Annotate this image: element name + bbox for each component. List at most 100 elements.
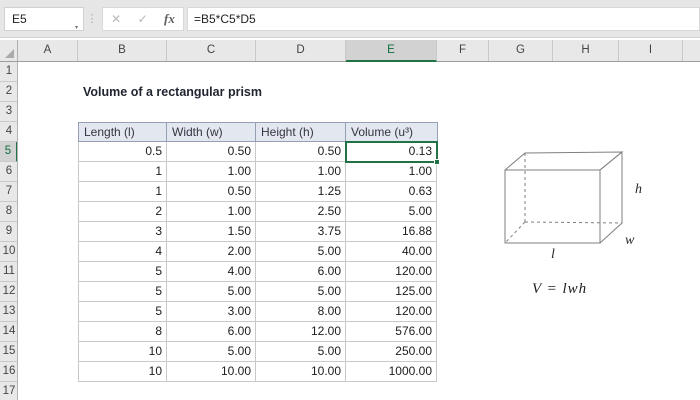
cell[interactable]: 16.88 xyxy=(346,222,437,242)
cell[interactable]: 4 xyxy=(78,242,167,262)
cell[interactable]: 6.00 xyxy=(167,322,256,342)
cell[interactable]: 120.00 xyxy=(346,302,437,322)
formula-input[interactable]: =B5*C5*D5 xyxy=(187,7,700,31)
row-header-8[interactable]: 8 xyxy=(0,202,17,222)
column-header-D[interactable]: D xyxy=(256,40,346,61)
table-header-cell[interactable]: Width (w) xyxy=(167,123,256,141)
cell[interactable]: 10 xyxy=(78,362,167,382)
cell[interactable]: 5.00 xyxy=(256,342,346,362)
name-box[interactable]: E5 ▾ xyxy=(4,7,84,31)
enter-icon[interactable]: ✓ xyxy=(138,12,148,26)
table-row: 8 6.00 12.00 576.00 xyxy=(78,322,438,342)
cell[interactable]: 5.00 xyxy=(167,342,256,362)
cell[interactable]: 1000.00 xyxy=(346,362,437,382)
row-header-9[interactable]: 9 xyxy=(0,222,17,242)
volume-formula-text[interactable]: V = lwh xyxy=(532,281,587,298)
table-header-cell[interactable]: Height (h) xyxy=(256,123,346,141)
row-header-13[interactable]: 13 xyxy=(0,302,17,322)
cell[interactable]: 1.00 xyxy=(167,202,256,222)
cell[interactable]: 5 xyxy=(78,282,167,302)
cell[interactable]: 10.00 xyxy=(167,362,256,382)
name-box-dropdown-icon[interactable]: ▾ xyxy=(75,17,78,39)
cell[interactable]: 0.5 xyxy=(78,142,167,162)
cell[interactable]: 120.00 xyxy=(346,262,437,282)
table-header-cell[interactable]: Length (l) xyxy=(79,123,167,141)
cell[interactable]: 3 xyxy=(78,222,167,242)
cell[interactable]: 12.00 xyxy=(256,322,346,342)
row-header-15[interactable]: 15 xyxy=(0,342,17,362)
column-header-I[interactable]: I xyxy=(619,40,683,61)
table-row: 1 1.00 1.00 1.00 xyxy=(78,162,438,182)
active-cell-selection[interactable] xyxy=(345,141,440,165)
cell[interactable]: 5.00 xyxy=(346,202,437,222)
cell[interactable]: 5.00 xyxy=(256,242,346,262)
sheet-title[interactable]: Volume of a rectangular prism xyxy=(83,85,262,99)
row-header-17[interactable]: 17 xyxy=(0,382,17,400)
table-row: 1 0.50 1.25 0.63 xyxy=(78,182,438,202)
cell[interactable]: 1 xyxy=(78,162,167,182)
cell[interactable]: 6.00 xyxy=(256,262,346,282)
cell[interactable]: 125.00 xyxy=(346,282,437,302)
cell[interactable]: 576.00 xyxy=(346,322,437,342)
name-box-value: E5 xyxy=(12,12,27,26)
cell[interactable]: 40.00 xyxy=(346,242,437,262)
row-header-12[interactable]: 12 xyxy=(0,282,17,302)
cell[interactable]: 10.00 xyxy=(256,362,346,382)
prism-height-label: h xyxy=(635,182,642,197)
insert-function-icon[interactable]: fx xyxy=(164,11,175,27)
row-header-4[interactable]: 4 xyxy=(0,122,17,142)
row-header-2[interactable]: 2 xyxy=(0,82,17,102)
cell[interactable]: 5.00 xyxy=(256,282,346,302)
cell[interactable]: 0.50 xyxy=(167,142,256,162)
cell[interactable]: 1.25 xyxy=(256,182,346,202)
cell[interactable]: 250.00 xyxy=(346,342,437,362)
cell[interactable]: 2 xyxy=(78,202,167,222)
excel-window: E5 ▾ ⋮ ✕ ✓ fx =B5*C5*D5 ABCDEFGHI 123456… xyxy=(0,0,700,400)
table-row: 2 1.00 2.50 5.00 xyxy=(78,202,438,222)
cell[interactable]: 10 xyxy=(78,342,167,362)
cell[interactable]: 1.00 xyxy=(167,162,256,182)
row-header-5[interactable]: 5 xyxy=(0,142,17,162)
column-header-C[interactable]: C xyxy=(167,40,256,61)
cell[interactable]: 2.00 xyxy=(167,242,256,262)
table-body: 0.5 0.50 0.50 0.13 1 1.00 1.00 1.00 1 0.50 1.25 0.6… xyxy=(78,142,438,382)
cell[interactable]: 4.00 xyxy=(167,262,256,282)
prism-diagram[interactable]: h w l xyxy=(495,143,665,265)
cell[interactable]: 1.00 xyxy=(346,162,437,182)
row-header-7[interactable]: 7 xyxy=(0,182,17,202)
cell[interactable]: 3.75 xyxy=(256,222,346,242)
row-header-3[interactable]: 3 xyxy=(0,102,17,122)
table-row: 3 1.50 3.75 16.88 xyxy=(78,222,438,242)
cell[interactable]: 1.00 xyxy=(256,162,346,182)
select-all-corner[interactable] xyxy=(0,40,18,61)
cell[interactable]: 0.50 xyxy=(256,142,346,162)
row-header-10[interactable]: 10 xyxy=(0,242,17,262)
row-header-16[interactable]: 16 xyxy=(0,362,17,382)
cell[interactable]: 2.50 xyxy=(256,202,346,222)
cell[interactable]: 3.00 xyxy=(167,302,256,322)
table-header-cell[interactable]: Volume (u³) xyxy=(346,123,437,141)
cell[interactable]: 8 xyxy=(78,322,167,342)
cell[interactable]: 0.63 xyxy=(346,182,437,202)
cell[interactable]: 8.00 xyxy=(256,302,346,322)
row-header-1[interactable]: 1 xyxy=(0,62,17,82)
cell[interactable]: 5 xyxy=(78,262,167,282)
cancel-icon[interactable]: ✕ xyxy=(111,12,121,26)
row-header-6[interactable]: 6 xyxy=(0,162,17,182)
table-row: 10 10.00 10.00 1000.00 xyxy=(78,362,438,382)
cell[interactable]: 1 xyxy=(78,182,167,202)
fill-handle[interactable] xyxy=(434,159,440,165)
column-header-B[interactable]: B xyxy=(78,40,167,61)
cell[interactable]: 0.50 xyxy=(167,182,256,202)
row-header-11[interactable]: 11 xyxy=(0,262,17,282)
column-header-E[interactable]: E xyxy=(346,40,437,62)
cell[interactable]: 5.00 xyxy=(167,282,256,302)
column-header-F[interactable]: F xyxy=(437,40,489,61)
row-header-14[interactable]: 14 xyxy=(0,322,17,342)
cell[interactable]: 5 xyxy=(78,302,167,322)
column-header-H[interactable]: H xyxy=(553,40,619,61)
column-header-G[interactable]: G xyxy=(489,40,553,61)
cell[interactable]: 1.50 xyxy=(167,222,256,242)
table-header-row: Length (l) Width (w) Height (h) Volume (u³) xyxy=(78,122,438,142)
column-header-A[interactable]: A xyxy=(18,40,78,61)
